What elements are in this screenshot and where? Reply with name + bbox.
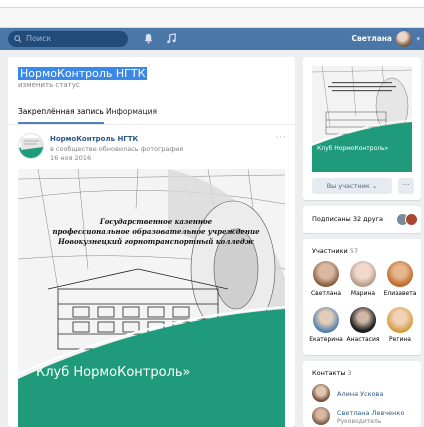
more-actions-button[interactable]: ···	[398, 178, 414, 194]
member-avatar	[350, 261, 376, 287]
contact-role: Руководитель	[337, 418, 382, 425]
post-more-icon[interactable]: ···	[275, 133, 287, 143]
member-item[interactable]: Регина	[382, 307, 418, 343]
friends-following-card[interactable]: Подписаны 32 друга	[303, 206, 421, 233]
cover-club-title: Клуб НормоКонтроль»	[317, 145, 389, 152]
tab-information[interactable]: Информация	[106, 107, 157, 116]
member-avatar	[350, 307, 376, 333]
contacts-card: Контакты 3 Алина Ускова Светлана Левченк…	[303, 361, 421, 427]
music-icon[interactable]	[165, 33, 177, 45]
member-avatar	[313, 307, 339, 333]
search-input[interactable]: Поиск	[8, 31, 128, 47]
members-title[interactable]: Участники 57	[312, 247, 358, 255]
photo-caption: Государственное казенное профессионально…	[52, 217, 260, 246]
contact-avatar[interactable]	[312, 384, 330, 402]
member-avatar	[387, 307, 413, 333]
post-action-text: в сообществе обновилась фотография	[50, 145, 184, 153]
member-avatar	[313, 261, 339, 287]
community-cover-photo[interactable]: Клуб НормоКонтроль»	[312, 66, 412, 172]
contact-avatar[interactable]	[312, 407, 330, 425]
contact-name[interactable]: Алина Ускова	[337, 390, 383, 398]
search-placeholder: Поиск	[26, 34, 52, 43]
post-author[interactable]: НормоКонтроль НГТК	[50, 135, 138, 143]
member-avatar	[387, 261, 413, 287]
community-cover-card: Клуб НормоКонтроль» Вы участник ⌄ ···	[303, 57, 421, 200]
chevron-down-icon: ⌄	[371, 182, 378, 190]
post-date[interactable]: 16 ноя 2016	[50, 154, 91, 162]
member-item[interactable]: Марина	[345, 261, 381, 297]
contact-name[interactable]: Светлана Левченко	[337, 409, 404, 417]
friends-following-text: Подписаны 32 друга	[312, 215, 384, 223]
members-card: Участники 57 Светлана Марина Елизавета Е…	[303, 239, 421, 355]
browser-top-strip	[0, 0, 424, 8]
search-icon	[14, 35, 22, 43]
friend-avatar	[405, 213, 418, 226]
member-status-button[interactable]: Вы участник ⌄	[312, 178, 392, 194]
post-tabs: Закреплённая запись Информация	[8, 99, 295, 125]
browser-toolbar	[0, 8, 424, 28]
chevron-down-icon[interactable]: ▾	[416, 35, 420, 43]
page-title: НормоКонтроль НГТК	[18, 67, 148, 80]
top-header: Поиск Светлана ▾	[0, 28, 424, 50]
member-item[interactable]: Елизавета	[382, 261, 418, 297]
photo-club-title: Клуб НормоКонтроль»	[36, 365, 191, 380]
edit-status-link[interactable]: изменить статус	[18, 81, 80, 89]
contacts-title[interactable]: Контакты 3	[312, 369, 352, 377]
post-author-avatar[interactable]	[18, 133, 44, 159]
blueprint-illustration	[18, 169, 285, 427]
user-name[interactable]: Светлана	[352, 34, 392, 43]
user-avatar[interactable]	[396, 31, 412, 47]
member-item[interactable]: Екатерина	[308, 307, 344, 343]
post-photo[interactable]: Государственное казенное профессионально…	[18, 169, 285, 427]
main-column: НормоКонтроль НГТК изменить статус Закре…	[8, 57, 295, 427]
member-item[interactable]: Анастасия	[345, 307, 381, 343]
tab-pinned-post[interactable]: Закреплённая запись	[18, 107, 104, 124]
member-item[interactable]: Светлана	[308, 261, 344, 297]
bell-icon[interactable]	[142, 33, 154, 45]
